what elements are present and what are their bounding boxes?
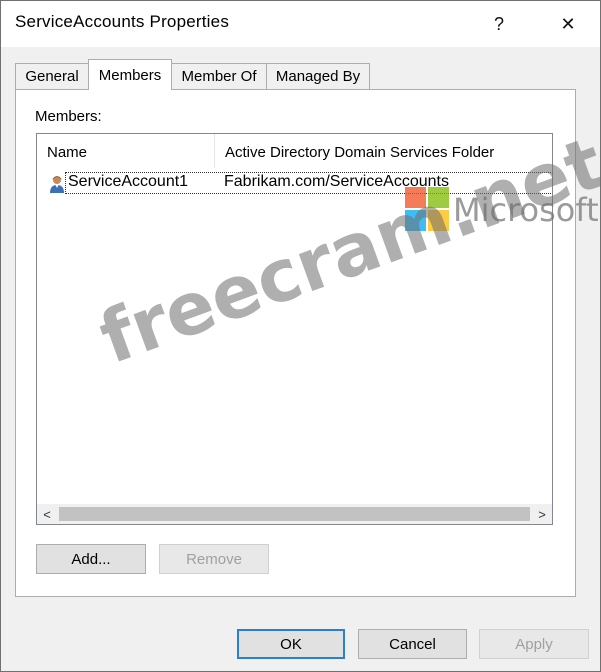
help-button[interactable]: ? [479, 7, 519, 41]
properties-dialog: ServiceAccounts Properties ? ✕ General M… [0, 0, 601, 672]
members-list[interactable]: Name Active Directory Domain Services Fo… [36, 133, 553, 525]
tab-members[interactable]: Members [88, 59, 172, 90]
list-item[interactable]: ServiceAccount1 Fabrikam.com/ServiceAcco… [37, 171, 552, 197]
cancel-button[interactable]: Cancel [358, 629, 467, 659]
tab-strip: General Members Member Of Managed By [15, 59, 575, 90]
column-header-folder[interactable]: Active Directory Domain Services Folder [215, 134, 552, 168]
list-header: Name Active Directory Domain Services Fo… [37, 134, 552, 168]
title-bar: ServiceAccounts Properties ? ✕ [1, 1, 600, 47]
tab-general[interactable]: General [15, 63, 89, 89]
member-name: ServiceAccount1 [68, 173, 189, 190]
help-icon: ? [493, 13, 504, 34]
dialog-title: ServiceAccounts Properties [15, 12, 230, 31]
close-button[interactable]: ✕ [548, 7, 588, 41]
user-icon [50, 176, 64, 193]
members-tab-panel: Members: Name Active Directory Domain Se… [15, 89, 576, 597]
tab-managed-by[interactable]: Managed By [266, 63, 370, 89]
remove-button[interactable]: Remove [159, 544, 269, 574]
member-folder: Fabrikam.com/ServiceAccounts [224, 173, 449, 190]
column-header-name[interactable]: Name [37, 134, 215, 168]
ok-button[interactable]: OK [237, 629, 345, 659]
close-icon: ✕ [560, 13, 576, 34]
scrollbar-thumb[interactable] [59, 507, 530, 521]
tab-member-of[interactable]: Member Of [171, 63, 267, 89]
scroll-right-arrow-icon[interactable]: > [532, 504, 552, 524]
apply-button[interactable]: Apply [479, 629, 589, 659]
scroll-left-arrow-icon[interactable]: < [37, 504, 57, 524]
members-label: Members: [35, 108, 102, 125]
add-button[interactable]: Add... [36, 544, 146, 574]
horizontal-scrollbar[interactable]: < > [37, 504, 552, 524]
